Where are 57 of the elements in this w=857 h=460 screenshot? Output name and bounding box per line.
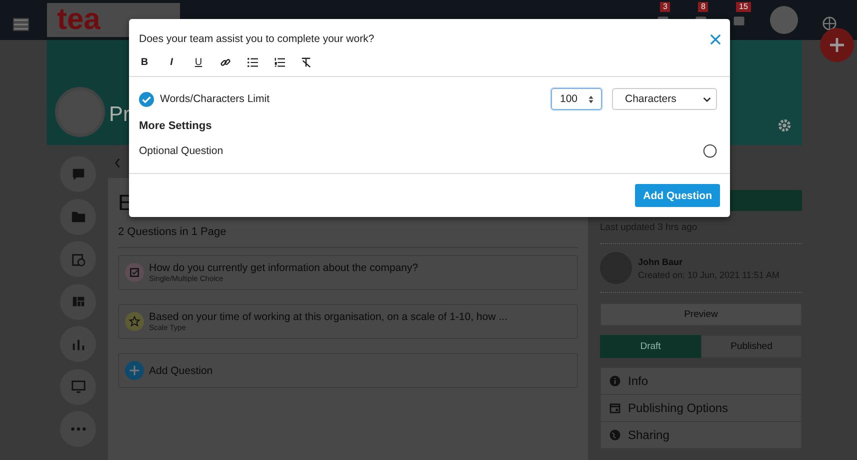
menu-icon[interactable] [13, 18, 29, 31]
nav-button[interactable] [60, 368, 96, 404]
nav-button[interactable] [60, 241, 96, 277]
more-icon [70, 427, 86, 431]
checkbox[interactable] [139, 92, 154, 106]
status-tab[interactable]: Published [701, 335, 802, 358]
number-input[interactable]: 100 [551, 88, 602, 110]
underline-button[interactable]: U [193, 57, 204, 68]
question-text: How do you currently get information about the company? [149, 262, 418, 274]
bulleted-list-icon[interactable] [247, 57, 258, 68]
count-badge: 15 [736, 2, 751, 12]
plus-icon [829, 37, 845, 53]
nav-button[interactable] [60, 326, 96, 362]
question-summary: 2 Questions in 1 Page [118, 220, 578, 248]
menu-item[interactable]: Info [601, 368, 801, 395]
count-badge: 3 [660, 2, 670, 12]
nav-button[interactable] [60, 411, 96, 447]
limit-label: Words/Characters Limit [160, 93, 270, 105]
numbered-list-icon[interactable] [274, 57, 285, 68]
nav-button[interactable] [60, 198, 96, 234]
dashboard-icon [70, 294, 86, 309]
add-question-row[interactable]: Add Question [118, 353, 578, 388]
count-badge: 8 [698, 2, 708, 12]
nav-button[interactable] [60, 284, 96, 320]
chat-icon [70, 166, 86, 182]
italic-button[interactable]: I [166, 57, 177, 68]
menu-item[interactable]: Publishing Options [601, 395, 801, 422]
calendar-icon [70, 252, 86, 266]
unit-dropdown[interactable]: Characters [612, 88, 717, 110]
plus-icon [125, 361, 144, 380]
user-avatar[interactable] [770, 6, 798, 34]
status-tab[interactable]: Draft [600, 335, 701, 358]
section-heading: More Settings [139, 120, 213, 132]
monitor-icon [70, 379, 86, 394]
spinner-icon [588, 94, 594, 104]
close-icon[interactable] [710, 34, 721, 44]
add-question-button[interactable]: Add Question [635, 184, 720, 207]
link-icon[interactable] [220, 57, 231, 68]
menu-item[interactable]: Sharing [601, 422, 801, 449]
add-fab[interactable] [820, 28, 854, 62]
info-icon [609, 375, 621, 387]
folder-icon [70, 209, 86, 224]
clear-format-icon[interactable] [301, 57, 312, 68]
calendar-icon [609, 402, 621, 414]
settings-icon[interactable] [777, 118, 792, 133]
chevron-down-icon [703, 96, 711, 102]
preview-button[interactable]: Preview [600, 303, 802, 326]
back-icon[interactable] [114, 158, 121, 168]
survey-logo [55, 87, 105, 137]
bold-button[interactable]: B [139, 57, 150, 68]
survey-title: Pr [109, 103, 130, 127]
add-question-label: Add Question [149, 364, 213, 376]
optional-label: Optional Question [139, 145, 224, 157]
nav-button[interactable] [60, 156, 96, 192]
question-text: Based on your time of working at this organisation, on a scale of 1-10, how ... [149, 311, 508, 323]
checkbox-stack-icon [125, 263, 144, 282]
toggle-circle[interactable] [703, 144, 717, 158]
